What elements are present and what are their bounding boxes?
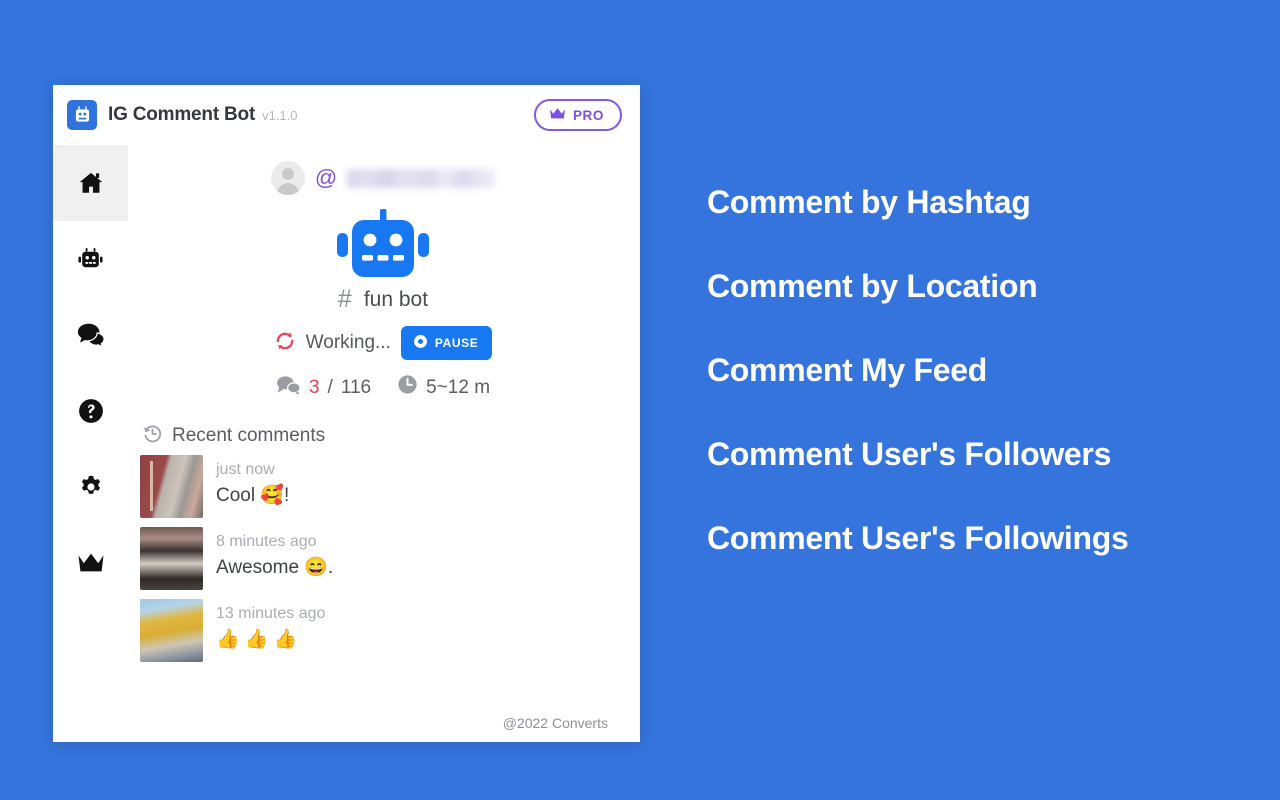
list-item[interactable]: 8 minutes ago Awesome 😄. (140, 527, 626, 590)
home-icon (78, 170, 104, 196)
feature-item-hashtag: Comment by Hashtag (707, 184, 1031, 220)
username-blurred (347, 168, 496, 188)
history-icon (142, 423, 163, 449)
crown-icon (549, 107, 566, 123)
recent-comments-header: Recent comments (140, 423, 626, 449)
comments-count-icon (276, 375, 301, 401)
comment-body: just now Cool 🥰! (216, 455, 626, 509)
main-panel: @ # fun bot Working... PAUSE 3 / 116 5~1… (128, 145, 640, 742)
app-body: @ # fun bot Working... PAUSE 3 / 116 5~1… (53, 145, 640, 742)
gear-icon (78, 474, 104, 500)
comment-text: 👍 👍 👍 (216, 628, 298, 650)
account-row: @ (140, 161, 626, 195)
sidebar-item-home[interactable] (53, 145, 128, 221)
comment-text: Awesome 😄. (216, 556, 334, 578)
status-row: Working... PAUSE (140, 326, 626, 360)
pause-button-label: PAUSE (434, 336, 479, 350)
sidebar-item-help[interactable] (53, 373, 128, 449)
app-footer: @2022 Converts (140, 715, 626, 742)
comment-time: 8 minutes ago (216, 533, 317, 550)
copyright-text: @2022 Converts (502, 715, 608, 731)
pro-badge-button[interactable]: PRO (533, 99, 622, 131)
sidebar-item-comments[interactable] (53, 297, 128, 373)
page-title: IG Comment Bot (108, 104, 256, 125)
feature-list: Comment by Hashtag Comment by Location C… (707, 186, 1267, 554)
list-item[interactable]: just now Cool 🥰! (140, 455, 626, 518)
sidebar-item-bot[interactable] (53, 221, 128, 297)
comment-body: 8 minutes ago Awesome 😄. (216, 527, 626, 581)
comment-time: just now (216, 461, 275, 478)
sidebar-item-pro[interactable] (53, 525, 128, 601)
default-avatar-icon (270, 161, 305, 195)
robot-hero-icon (140, 209, 626, 277)
robot-logo-icon (67, 100, 97, 130)
at-symbol: @ (314, 165, 338, 190)
crown-icon (77, 552, 105, 574)
feature-item-followers: Comment User's Followers (707, 436, 1112, 472)
sidebar-item-settings[interactable] (53, 449, 128, 525)
app-version: v1.1.0 (262, 107, 298, 123)
help-icon (78, 398, 104, 424)
comment-body: 13 minutes ago 👍 👍 👍 (216, 599, 626, 653)
sidebar (53, 145, 128, 742)
sync-icon (274, 330, 296, 357)
photo-thumbnail-3[interactable] (140, 599, 203, 662)
app-window: IG Comment Bot v1.1.0 PRO @ # fun bot Wo… (53, 85, 640, 742)
photo-thumbnail-2[interactable] (140, 527, 203, 590)
feature-item-location: Comment by Location (707, 268, 1038, 304)
recent-comments-list: just now Cool 🥰! 8 minutes ago Awesome 😄… (140, 455, 626, 662)
pro-badge-label: PRO (572, 107, 604, 123)
feature-item-followings: Comment User's Followings (707, 520, 1129, 556)
progress-done: 3 (308, 376, 320, 398)
target-hashtag: # fun bot (140, 287, 626, 312)
comment-time: 13 minutes ago (216, 605, 326, 622)
comment-text: Cool 🥰! (216, 484, 290, 506)
page-root: IG Comment Bot v1.1.0 PRO @ # fun bot Wo… (0, 0, 1280, 800)
progress-separator: / (327, 376, 333, 398)
list-item[interactable]: 13 minutes ago 👍 👍 👍 (140, 599, 626, 662)
status-text: Working... (305, 332, 391, 353)
pause-button[interactable]: PAUSE (400, 326, 493, 360)
feature-item-my-feed: Comment My Feed (707, 352, 987, 388)
eta-text: 5~12 m (426, 376, 491, 398)
photo-thumbnail-1[interactable] (140, 455, 203, 518)
comments-icon (77, 322, 105, 348)
clock-icon (397, 374, 418, 401)
progress-total: 116 (340, 376, 372, 398)
recent-comments-title: Recent comments (172, 425, 326, 446)
hash-icon: # (337, 285, 352, 313)
progress-row: 3 / 116 5~12 m (140, 374, 626, 401)
robot-icon (77, 246, 104, 273)
app-header: IG Comment Bot v1.1.0 PRO (53, 85, 640, 145)
target-name: fun bot (363, 287, 429, 311)
pause-circle-icon (413, 334, 428, 352)
